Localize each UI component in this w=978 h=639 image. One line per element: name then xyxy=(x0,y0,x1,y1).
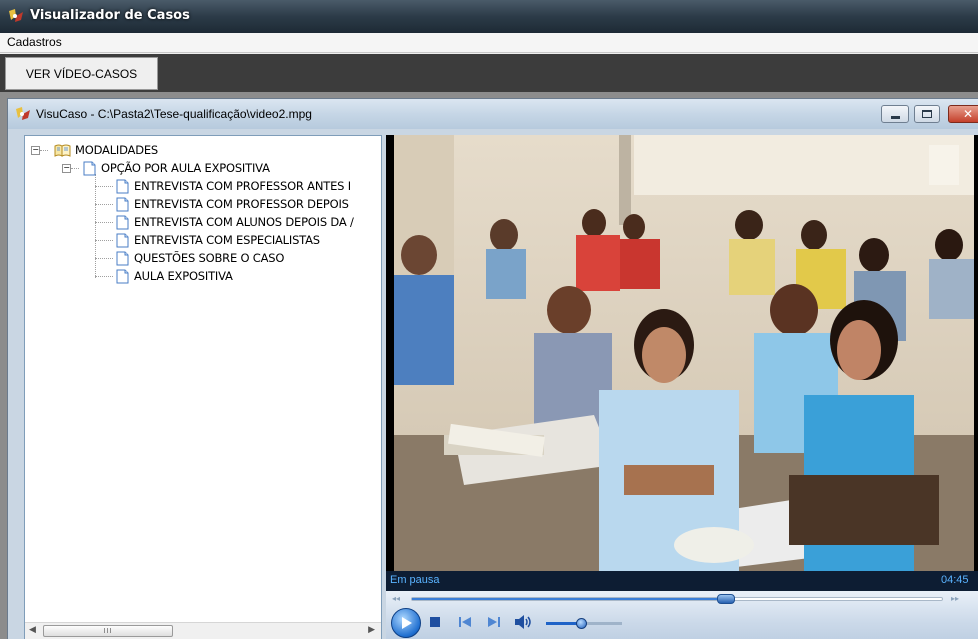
play-icon xyxy=(402,617,412,629)
tree-connector xyxy=(95,174,96,278)
visucaso-window: VisuCaso - C:\Pasta2\Tese-qualificação\v… xyxy=(7,98,978,639)
tree-leaf[interactable]: ENTREVISTA COM PROFESSOR DEPOIS xyxy=(116,195,349,213)
title-bar[interactable]: Visualizador de Casos xyxy=(0,0,978,33)
tree-connector xyxy=(95,276,113,277)
tree-label: ENTREVISTA COM ESPECIALISTAS xyxy=(134,233,320,247)
document-icon xyxy=(116,197,129,211)
tree-leaf[interactable]: ENTREVISTA COM PROFESSOR ANTES I xyxy=(116,177,351,195)
tree-connector xyxy=(95,204,113,205)
previous-icon xyxy=(459,617,471,627)
play-button[interactable] xyxy=(391,608,421,638)
child-title-bar[interactable]: VisuCaso - C:\Pasta2\Tese-qualificação\v… xyxy=(8,99,978,129)
tree-label: ENTREVISTA COM PROFESSOR ANTES I xyxy=(134,179,351,193)
tree-node-modalidades[interactable]: − MODALIDADES xyxy=(31,141,158,159)
document-icon xyxy=(116,251,129,265)
horizontal-scrollbar[interactable]: ◀ III ▶ xyxy=(25,622,381,639)
previous-button[interactable] xyxy=(458,613,472,631)
next-icon xyxy=(488,617,500,627)
volume-thumb[interactable] xyxy=(575,618,587,629)
player-status-bar: Em pausa 04:45 xyxy=(386,571,978,591)
document-icon xyxy=(116,215,129,229)
tree-leaf[interactable]: ENTREVISTA COM ALUNOS DEPOIS DA / xyxy=(116,213,354,231)
tree-connector xyxy=(95,222,113,223)
toolbar: VER VÍDEO-CASOS xyxy=(0,54,978,92)
scroll-left-icon[interactable]: ◀ xyxy=(29,625,36,635)
tree-leaf[interactable]: AULA EXPOSITIVA xyxy=(116,267,233,285)
tree-leaf[interactable]: ENTREVISTA COM ESPECIALISTAS xyxy=(116,231,320,249)
minimize-button[interactable] xyxy=(881,105,909,123)
scroll-thumb[interactable]: III xyxy=(43,625,173,637)
document-icon xyxy=(116,233,129,247)
maximize-button[interactable] xyxy=(914,105,940,123)
app-title: Visualizador de Casos xyxy=(30,8,190,23)
tree-label: QUESTÕES SOBRE O CASO xyxy=(134,251,285,265)
minimize-icon xyxy=(890,115,900,119)
tree-label: ENTREVISTA COM ALUNOS DEPOIS DA / xyxy=(134,215,354,229)
ver-video-casos-button[interactable]: VER VÍDEO-CASOS xyxy=(5,57,158,90)
video-player[interactable]: Em pausa 04:45 ◂◂ ▸▸ xyxy=(386,135,978,639)
stop-icon xyxy=(430,617,440,627)
player-controls: ◂◂ ▸▸ xyxy=(386,591,978,639)
document-icon xyxy=(116,179,129,193)
scroll-grip: III xyxy=(103,627,113,635)
volume-icon xyxy=(515,615,531,629)
next-button[interactable] xyxy=(487,613,501,631)
scroll-right-icon[interactable]: ▶ xyxy=(368,625,375,635)
tree-connector xyxy=(95,240,113,241)
book-icon xyxy=(54,144,71,157)
tree-label: MODALIDADES xyxy=(75,143,159,157)
tree-label: AULA EXPOSITIVA xyxy=(134,269,233,283)
tree-label: ENTREVISTA COM PROFESSOR DEPOIS xyxy=(134,197,349,211)
maximize-icon xyxy=(922,110,932,118)
document-icon xyxy=(83,161,96,175)
collapse-expander-icon[interactable]: − xyxy=(31,145,40,155)
menu-cadastros[interactable]: Cadastros xyxy=(7,35,62,49)
mute-button[interactable] xyxy=(514,613,534,631)
document-icon xyxy=(116,269,129,283)
child-window-title: VisuCaso - C:\Pasta2\Tese-qualificação\v… xyxy=(36,107,312,121)
seek-bar[interactable] xyxy=(411,594,943,604)
tree-connector xyxy=(95,186,113,187)
case-tree[interactable]: − MODALIDADES − OPÇÃO POR AULA EXPOSITIV… xyxy=(24,135,382,639)
collapse-expander-icon[interactable]: − xyxy=(62,163,71,173)
seek-end-icon: ▸▸ xyxy=(951,594,960,603)
tree-label: OPÇÃO POR AULA EXPOSITIVA xyxy=(101,161,270,175)
app-icon xyxy=(9,9,23,22)
tree-node-opcao-aula-expositiva[interactable]: − OPÇÃO POR AULA EXPOSITIVA xyxy=(62,159,270,177)
seek-thumb[interactable] xyxy=(716,594,735,604)
playback-status: Em pausa xyxy=(390,574,440,586)
visucaso-icon xyxy=(16,107,30,120)
tree-leaf[interactable]: QUESTÕES SOBRE O CASO xyxy=(116,249,284,267)
video-frame[interactable] xyxy=(394,135,974,571)
playback-time: 04:45 xyxy=(941,574,969,586)
seek-progress xyxy=(412,598,726,600)
close-button[interactable]: ✕ xyxy=(948,105,978,123)
menu-bar: Cadastros xyxy=(0,33,978,53)
tree-connector xyxy=(95,258,113,259)
application-window: Visualizador de Casos Cadastros VER VÍDE… xyxy=(0,0,978,639)
volume-slider[interactable] xyxy=(546,618,622,629)
close-icon: ✕ xyxy=(962,107,974,121)
seek-start-icon: ◂◂ xyxy=(392,594,401,603)
stop-button[interactable] xyxy=(428,613,442,631)
